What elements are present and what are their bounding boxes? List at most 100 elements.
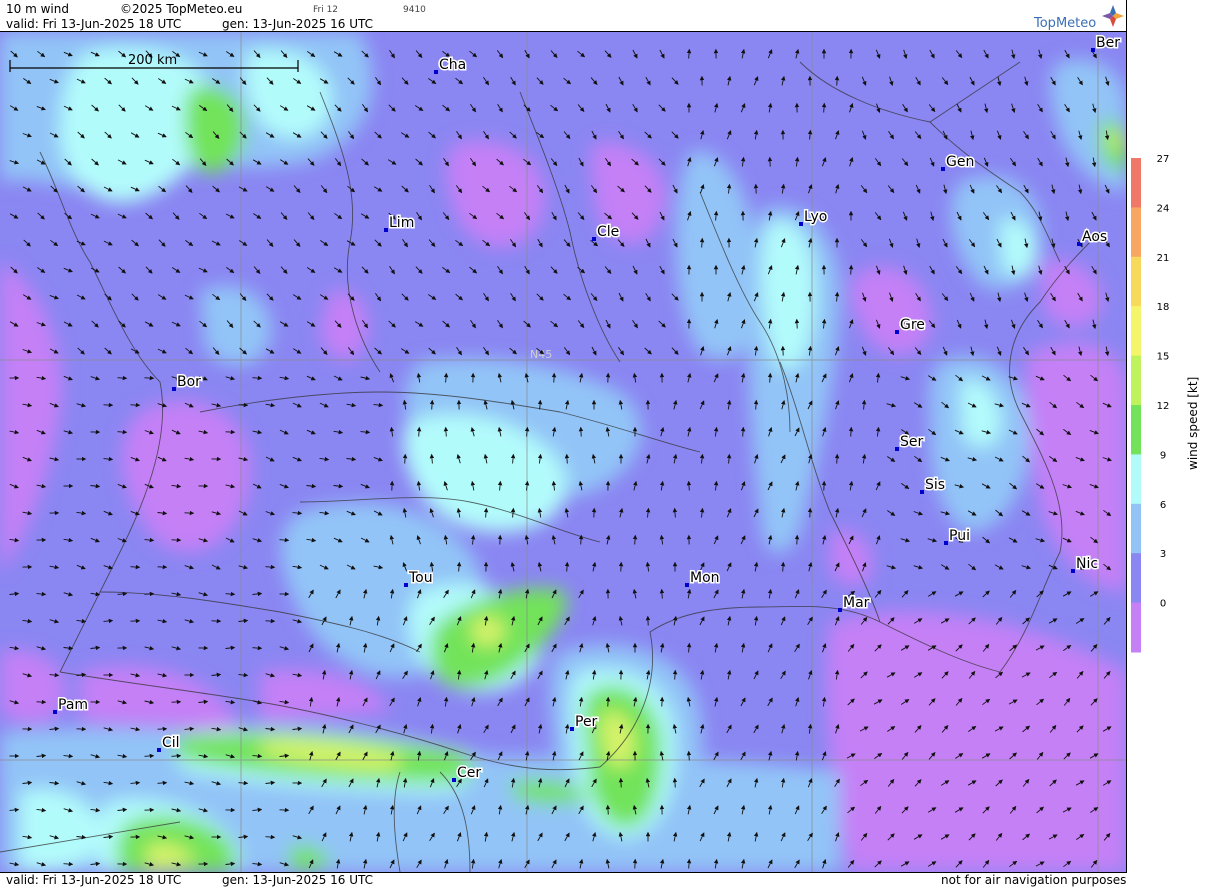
wind-arrow [689, 752, 690, 761]
wind-arrow [118, 432, 127, 433]
city-nic: Nic [1071, 556, 1098, 573]
wind-arrow [743, 428, 744, 437]
wind-arrow [145, 756, 154, 757]
city-label: Lim [389, 215, 414, 231]
city-label: Bor [177, 374, 201, 390]
city-label: Lyo [804, 209, 827, 225]
wind-arrow [266, 567, 275, 568]
legend-tick-label: 27 [1157, 154, 1170, 165]
wind-arrow [824, 104, 825, 113]
latitude-label: N45 [530, 348, 552, 361]
wind-arrow [432, 401, 433, 410]
legend-tick-label: 6 [1160, 500, 1166, 511]
city-gre: Gre [895, 317, 925, 334]
product-code: 9410 [403, 5, 426, 15]
city-marker [570, 727, 574, 731]
city-per: Per [570, 714, 598, 731]
city-marker [799, 222, 803, 226]
legend-ticks: 2724211815129630 [1157, 154, 1170, 610]
city-cle: Cle [592, 224, 619, 241]
city-label: Per [575, 714, 598, 730]
legend-tick-label: 9 [1160, 450, 1166, 461]
valid-time: valid: Fri 13-Jun-2025 18 UTC [6, 17, 181, 31]
city-marker [1091, 48, 1095, 52]
city-aos: Aos [1077, 229, 1107, 246]
legend-colorbar [1131, 158, 1141, 653]
city-label: Ber [1096, 35, 1120, 51]
legend-color-segment [1131, 306, 1141, 356]
wind-arrow [226, 594, 235, 595]
city-label: Cle [597, 224, 619, 240]
wind-arrow [64, 864, 73, 865]
city-marker [157, 748, 161, 752]
city-label: Nic [1076, 556, 1098, 572]
legend-color-segment [1131, 454, 1141, 504]
wind-map-canvas[interactable]: N45 [0, 32, 1127, 872]
wind-arrow [770, 374, 771, 383]
legend-tick-label: 24 [1157, 203, 1170, 214]
city-marker [895, 330, 899, 334]
legend-color-segment [1131, 553, 1141, 603]
map-frame-top [0, 31, 1127, 32]
wind-arrow [266, 837, 275, 838]
legend-color-segment [1131, 603, 1141, 653]
city-cer: Cer [452, 765, 481, 782]
city-pam: Pam [53, 697, 88, 714]
city-marker [452, 778, 456, 782]
day-tab[interactable]: Fri 12 [313, 5, 338, 15]
city-ber: Ber [1091, 35, 1120, 52]
city-marker [685, 583, 689, 587]
city-gen: Gen [941, 154, 974, 171]
city-label: Mon [690, 570, 720, 586]
footer-disclaimer: not for air navigation purposes [941, 873, 1126, 887]
wind-arrow [851, 428, 852, 437]
wind-arrow [567, 455, 568, 464]
logo-text: TopMeteo [1034, 16, 1096, 31]
city-label: Cer [457, 765, 481, 781]
city-label: Pui [949, 528, 970, 544]
wind-arrow [581, 536, 582, 545]
city-marker [434, 70, 438, 74]
footer-bar: valid: Fri 13-Jun-2025 18 UTC gen: 13-Ju… [0, 872, 1127, 888]
city-marker [1077, 242, 1081, 246]
wind-arrow [837, 455, 838, 464]
city-mar: Mar [838, 595, 870, 612]
wind-arrow [783, 563, 784, 572]
city-marker [592, 237, 596, 241]
footer-valid-time: valid: Fri 13-Jun-2025 18 UTC [6, 873, 181, 887]
wind-arrow [756, 401, 757, 410]
legend-color-segment [1131, 257, 1141, 307]
wind-arrow [145, 594, 154, 595]
wind-arrow [239, 783, 248, 784]
city-marker [941, 167, 945, 171]
city-label: Cha [439, 57, 466, 73]
wind-arrow [280, 540, 289, 541]
wind-arrow [689, 482, 690, 491]
legend-color-segment [1131, 405, 1141, 455]
wind-arrow [689, 860, 690, 869]
wind-map[interactable]: N45 [0, 32, 1127, 872]
legend-title: wind speed [kt] [1186, 377, 1200, 470]
wind-arrow [253, 648, 262, 649]
city-mon: Mon [685, 570, 720, 587]
city-marker [384, 228, 388, 232]
wind-arrow [419, 428, 420, 437]
legend-tick-label: 15 [1157, 352, 1170, 363]
scale-label: 200 km [128, 53, 177, 68]
city-marker [53, 710, 57, 714]
wind-arrow [702, 239, 703, 248]
city-cha: Cha [434, 57, 466, 74]
wind-arrow [675, 671, 676, 680]
city-marker [1071, 569, 1075, 573]
wind-arrow [253, 378, 262, 379]
city-label: Mar [843, 595, 870, 611]
wind-arrow [172, 756, 181, 757]
wind-arrow [405, 455, 406, 464]
legend-tick-label: 0 [1160, 599, 1166, 610]
footer-generated-time: gen: 13-Jun-2025 16 UTC [222, 873, 373, 887]
city-label: Gre [900, 317, 925, 333]
city-lim: Lim [384, 215, 414, 232]
city-marker [944, 541, 948, 545]
legend-tick-label: 21 [1157, 253, 1170, 264]
wind-arrow [446, 428, 447, 437]
